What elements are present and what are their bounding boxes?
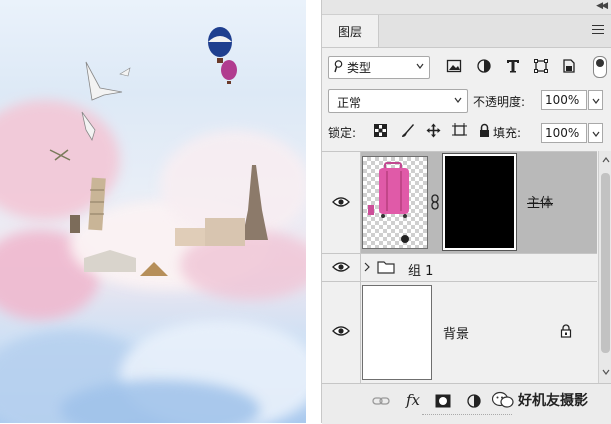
dragonfly-icon (49, 149, 71, 161)
chevron-down-icon (416, 63, 424, 69)
lock-all-icon[interactable] (477, 123, 492, 138)
lock-transparent-pixels-icon[interactable] (373, 123, 388, 138)
opacity-dropdown[interactable] (588, 90, 603, 110)
layer-row-main[interactable]: 主体 (322, 152, 597, 254)
seagull-icon (119, 67, 131, 77)
layers-list: 主体 组 1 背景 (322, 151, 597, 384)
panel-title-strip: ◀◀ (322, 0, 611, 15)
artwork-elements (49, 27, 268, 276)
chevron-up-icon[interactable] (602, 157, 610, 163)
pixel-layer-filter-icon[interactable] (446, 58, 462, 74)
chevron-down-icon (592, 98, 600, 104)
panel-tab-bar: 图层 (322, 15, 611, 48)
opacity-input[interactable]: 100% (541, 90, 587, 110)
scroll-thumb[interactable] (601, 173, 610, 353)
fill-input[interactable]: 100% (541, 123, 587, 143)
watermark-text: 好机友摄影 (518, 393, 588, 409)
eye-icon[interactable] (332, 261, 350, 273)
statue-icon (70, 215, 80, 233)
chevron-right-icon[interactable] (364, 262, 370, 272)
layer-filter-label: 类型 (347, 61, 372, 75)
document-canvas[interactable] (0, 0, 306, 423)
temple-icon (84, 250, 136, 272)
panel-menu-icon[interactable] (592, 25, 604, 35)
fill-label: 填充: (493, 126, 522, 140)
building-icon (205, 218, 245, 246)
layer-mask-thumbnail[interactable] (442, 153, 517, 251)
layer-row-group[interactable]: 组 1 (322, 254, 597, 282)
adjustment-icon[interactable] (465, 393, 483, 409)
opacity-label: 不透明度: (473, 95, 526, 109)
lock-icon (560, 324, 572, 338)
eye-icon[interactable] (332, 325, 350, 337)
pyramid-icon (140, 262, 168, 276)
mask-icon[interactable] (434, 393, 452, 409)
layer-name[interactable]: 组 1 (408, 260, 433, 279)
fx-icon[interactable]: fx (406, 391, 420, 409)
layer-filter-select[interactable]: 类型 (328, 56, 430, 79)
layer-row-background[interactable]: 背景 (322, 282, 597, 384)
folder-icon (377, 261, 395, 274)
resize-grip[interactable] (422, 414, 512, 419)
seagull-icon (85, 61, 123, 101)
hot-air-balloon-icon (221, 60, 237, 84)
lock-position-icon[interactable] (426, 123, 441, 138)
filter-toggle-switch[interactable] (593, 56, 607, 78)
layers-bottom-bar: fx 好机友摄影 (322, 383, 611, 424)
seagull-icon (81, 111, 96, 141)
leaning-tower-icon (88, 177, 106, 231)
hot-air-balloon-icon (208, 27, 232, 63)
watermark: 好机友摄影 (492, 389, 588, 411)
layers-scrollbar[interactable] (598, 151, 611, 383)
wechat-icon (492, 391, 514, 408)
chain-link-icon[interactable] (430, 194, 440, 210)
building-icon (175, 228, 205, 246)
layer-thumbnail[interactable] (362, 285, 432, 380)
link-icon[interactable] (372, 393, 390, 409)
suitcase-thumbnail-image (368, 162, 409, 243)
fill-dropdown[interactable] (588, 123, 603, 143)
shape-layer-filter-icon[interactable] (533, 58, 549, 74)
collapse-panel-icon[interactable]: ◀◀ (596, 1, 608, 11)
chevron-down-icon (454, 97, 462, 103)
adjustment-layer-filter-icon[interactable] (476, 58, 492, 74)
type-layer-filter-icon[interactable] (505, 58, 521, 74)
search-icon (334, 60, 343, 73)
lock-label: 锁定: (328, 126, 357, 140)
lock-artboard-icon[interactable] (452, 123, 467, 138)
chevron-down-icon[interactable] (602, 369, 610, 375)
lock-image-pixels-icon[interactable] (400, 123, 415, 138)
blend-mode-value: 正常 (337, 96, 362, 110)
tab-layers[interactable]: 图层 (322, 15, 379, 47)
smart-object-filter-icon[interactable] (561, 58, 577, 74)
eye-icon[interactable] (332, 196, 350, 208)
eiffel-tower-icon (242, 165, 268, 240)
layer-name[interactable]: 主体 (527, 192, 553, 211)
layer-name[interactable]: 背景 (443, 323, 469, 342)
chevron-down-icon (592, 131, 600, 137)
blend-mode-select[interactable]: 正常 (328, 89, 468, 113)
layers-panel: ◀◀ 图层 类型 正常 不透明度: 100% 锁定: 填充: 100% 主体 组… (321, 0, 611, 424)
tab-layers-label: 图层 (337, 24, 362, 39)
layer-thumbnail[interactable] (362, 156, 428, 249)
